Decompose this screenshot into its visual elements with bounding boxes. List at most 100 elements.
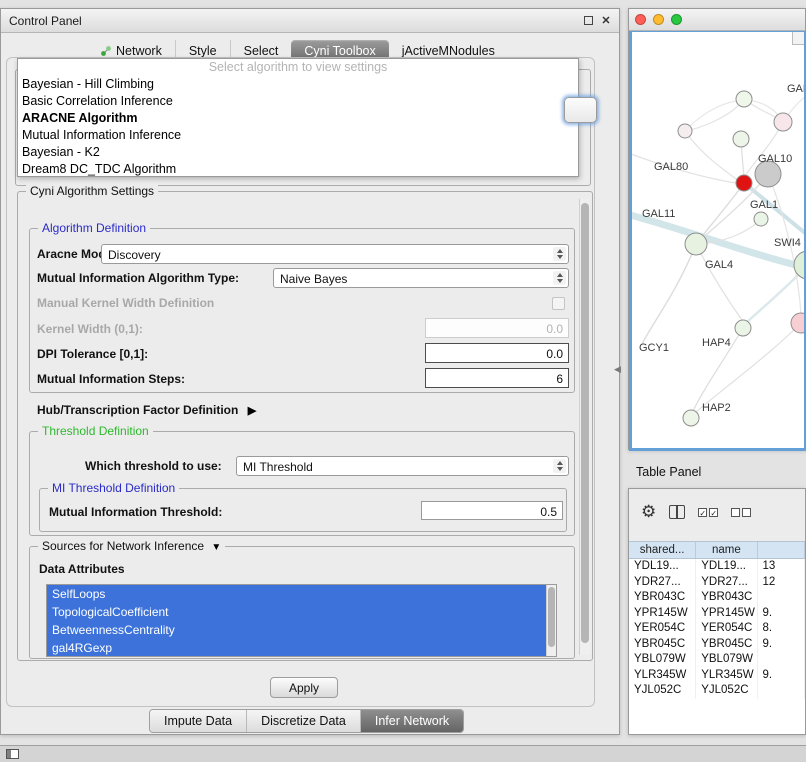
tab-impute-data[interactable]: Impute Data	[150, 710, 246, 732]
float-window-icon[interactable]	[581, 14, 595, 28]
close-window-icon[interactable]: ✕	[599, 14, 613, 28]
settings-scrollbar-thumb[interactable]	[581, 203, 589, 643]
table-cell: YPR145W	[696, 606, 757, 622]
algorithm-option[interactable]: ARACNE Algorithm	[18, 110, 578, 127]
table-cell: YJL052C	[696, 683, 757, 699]
network-tab-icon	[100, 45, 112, 57]
network-node-label: GCY1	[639, 342, 669, 354]
tab-label: Select	[244, 44, 279, 58]
aracne-mode-select[interactable]: Discovery	[101, 244, 569, 264]
table-row[interactable]: YBR043CYBR043C	[629, 590, 805, 606]
attribute-item[interactable]: gal4RGexp	[47, 639, 546, 657]
table-row[interactable]: YBL079WYBL079W	[629, 652, 805, 668]
network-node[interactable]	[774, 113, 792, 131]
table-row[interactable]: YBR045CYBR045C9.	[629, 637, 805, 653]
table-cell: YER054C	[629, 621, 696, 637]
table-row[interactable]: YDR27...YDR27...12	[629, 575, 805, 591]
sources-group-title[interactable]: Sources for Network Inference ▼	[38, 539, 225, 553]
mi-threshold-label: Mutual Information Threshold:	[49, 505, 222, 519]
kernel-width-field[interactable]: 0.0	[425, 318, 569, 338]
network-node-label: GAL1	[750, 199, 778, 211]
network-node[interactable]	[736, 91, 752, 107]
deselect-columns-icon[interactable]	[731, 508, 751, 517]
attribute-item[interactable]: SelfLoops	[47, 585, 546, 603]
tab-infer-network[interactable]: Infer Network	[360, 710, 463, 732]
tab-label: Style	[189, 44, 217, 58]
network-node[interactable]	[733, 131, 749, 147]
dpi-tolerance-field[interactable]: 0.0	[425, 343, 569, 363]
which-threshold-select[interactable]: MI Threshold	[236, 456, 569, 476]
attribute-item[interactable]: BetweennessCentrality	[47, 621, 546, 639]
table-cell	[758, 590, 805, 606]
table-cell: YBR043C	[629, 590, 696, 606]
network-node[interactable]	[685, 233, 707, 255]
checked-box-icon: ✓	[709, 508, 718, 517]
network-node[interactable]	[794, 251, 804, 279]
combo-arrows-icon	[553, 271, 566, 285]
empty-box-icon	[731, 508, 740, 517]
table-cell: YBL079W	[629, 652, 696, 668]
attributes-scrollbar[interactable]	[546, 585, 556, 656]
attribute-item[interactable]: TopologicalCoefficient	[47, 603, 546, 621]
algorithm-option[interactable]: Mutual Information Inference	[18, 127, 578, 144]
network-node-label: HAP4	[702, 337, 731, 349]
algorithm-option[interactable]: Basic Correlation Inference	[18, 93, 578, 110]
table-row[interactable]: YPR145WYPR145W9.	[629, 606, 805, 622]
table-cell: 8.	[758, 621, 805, 637]
close-traffic-light[interactable]	[635, 14, 646, 25]
zoom-traffic-light[interactable]	[671, 14, 682, 25]
algorithm-option[interactable]: Dream8 DC_TDC Algorithm	[18, 161, 578, 178]
algorithm-option[interactable]: Bayesian - K2	[18, 144, 578, 161]
tab-discretize-data[interactable]: Discretize Data	[246, 710, 360, 732]
algorithm-popup-list: Bayesian - Hill ClimbingBasic Correlatio…	[18, 76, 578, 178]
table-row[interactable]: YJL052CYJL052C	[629, 683, 805, 699]
checked-box-icon: ✓	[698, 508, 707, 517]
column-header-extra[interactable]	[758, 542, 805, 558]
sources-group-label: Sources for Network Inference	[42, 539, 204, 553]
tab-label: Network	[116, 44, 162, 58]
network-canvas[interactable]: GALGAL80GAL10GAL11GAL1SWI4GAL4GCY1HAP4YH…	[629, 31, 806, 451]
column-header-shared-name[interactable]: shared...	[629, 542, 696, 558]
kernel-width-label: Kernel Width (0,1):	[37, 322, 143, 336]
table-cell: 9.	[758, 637, 805, 653]
data-attributes-listbox: SelfLoopsTopologicalCoefficientBetweenne…	[46, 584, 557, 657]
hub-definition-expander[interactable]: Hub/Transcription Factor Definition ▶	[37, 403, 256, 417]
table-cell	[758, 683, 805, 699]
network-node-label: GAL11	[642, 208, 675, 220]
manual-kernel-checkbox[interactable]	[552, 297, 565, 310]
mi-type-select[interactable]: Naive Bayes	[273, 268, 569, 288]
empty-box-icon	[742, 508, 751, 517]
table-cell: YLR345W	[629, 668, 696, 684]
gear-icon[interactable]: ⚙	[641, 503, 656, 521]
show-panel-icon[interactable]	[6, 749, 19, 759]
mi-steps-field[interactable]: 6	[425, 368, 569, 388]
hub-definition-label: Hub/Transcription Factor Definition	[37, 403, 238, 417]
column-header-name[interactable]: name	[696, 542, 757, 558]
table-row[interactable]: YLR345WYLR345W9.	[629, 668, 805, 684]
network-view-window: GALGAL80GAL10GAL11GAL1SWI4GAL4GCY1HAP4YH…	[628, 8, 806, 450]
tab-label: jActiveMNodules	[402, 44, 495, 58]
network-node[interactable]	[754, 212, 768, 226]
combo-arrows-icon	[553, 247, 566, 261]
mi-threshold-field[interactable]: 0.5	[421, 501, 563, 520]
network-node[interactable]	[678, 124, 692, 138]
traffic-lights	[635, 14, 682, 25]
table-row[interactable]: YDL19...YDL19...13	[629, 559, 805, 575]
network-node[interactable]	[736, 175, 752, 191]
table-cell: YBR045C	[629, 637, 696, 653]
splitter-collapse-icon[interactable]: ◀	[614, 364, 621, 375]
columns-icon[interactable]	[669, 505, 685, 519]
table-row[interactable]: YER054CYER054C8.	[629, 621, 805, 637]
network-node[interactable]	[735, 320, 751, 336]
attributes-scrollbar-thumb[interactable]	[548, 587, 555, 647]
help-button[interactable]	[564, 97, 597, 123]
table-cell: 9.	[758, 668, 805, 684]
settings-scrollbar[interactable]	[579, 199, 590, 655]
algorithm-option[interactable]: Bayesian - Hill Climbing	[18, 76, 578, 93]
select-columns-icon[interactable]: ✓ ✓	[698, 508, 718, 517]
minimize-traffic-light[interactable]	[653, 14, 664, 25]
apply-button[interactable]: Apply	[270, 677, 338, 698]
control-panel-window: Control Panel ✕ Network Style Select Cyn…	[0, 8, 620, 735]
network-node[interactable]	[683, 410, 699, 426]
network-node-label: GAL	[787, 83, 804, 95]
